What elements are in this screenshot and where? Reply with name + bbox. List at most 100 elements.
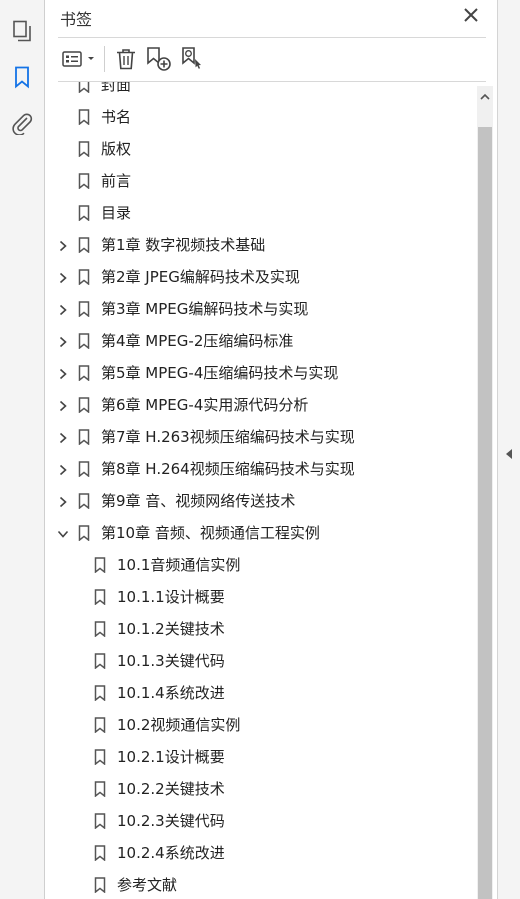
header-divider	[58, 37, 486, 38]
bookmark-label: 10.2.3关键代码	[117, 812, 225, 830]
bookmark-toolbar	[56, 42, 486, 78]
bookmark-item[interactable]: 版权	[45, 133, 477, 165]
new-bookmark-button[interactable]	[144, 44, 174, 74]
bookmark-label: 10.2.1设计概要	[117, 748, 225, 766]
bookmark-label: 前言	[101, 172, 132, 190]
panel-title: 书签	[60, 10, 93, 29]
chevron-right-icon[interactable]	[57, 302, 69, 316]
bookmark-icon	[78, 237, 90, 254]
new-bookmark-icon	[147, 47, 171, 71]
chevron-right-icon[interactable]	[57, 366, 69, 380]
bookmark-item[interactable]: 10.1音频通信实例	[45, 549, 477, 581]
collapse-left-arrow-icon[interactable]	[504, 446, 514, 460]
bookmark-icon[interactable]	[10, 65, 34, 89]
bookmark-item[interactable]: 第5章 MPEG-4压缩编码技术与实现	[45, 357, 477, 389]
bookmark-label: 10.1.2关键技术	[117, 620, 225, 638]
bookmark-label: 目录	[101, 204, 132, 222]
bookmark-label: 书名	[101, 108, 132, 126]
chevron-right-icon[interactable]	[57, 462, 69, 476]
options-menu-button[interactable]	[60, 44, 100, 74]
bookmark-icon	[94, 877, 106, 894]
bookmark-label: 第6章 MPEG-4实用源代码分析	[101, 396, 309, 414]
bookmark-item[interactable]: 第8章 H.264视频压缩编码技术与实现	[45, 453, 477, 485]
bookmark-icon	[94, 781, 106, 798]
bookmark-icon	[78, 461, 90, 478]
collapse-panel-strip[interactable]	[497, 0, 520, 899]
bookmark-item[interactable]: 第3章 MPEG编解码技术与实现	[45, 293, 477, 325]
pages-icon[interactable]	[10, 19, 34, 43]
trash-icon	[117, 49, 135, 70]
bookmark-icon	[94, 589, 106, 606]
bookmark-icon	[78, 429, 90, 446]
scrollbar-thumb[interactable]	[478, 127, 492, 899]
bookmark-from-selection-button[interactable]	[178, 44, 208, 74]
bookmark-item[interactable]: 第2章 JPEG编解码技术及实现	[45, 261, 477, 293]
bookmark-label: 第3章 MPEG编解码技术与实现	[101, 300, 309, 318]
close-icon[interactable]	[460, 4, 482, 26]
bookmark-label: 第7章 H.263视频压缩编码技术与实现	[101, 428, 355, 446]
bookmark-label: 第9章 音、视频网络传送技术	[101, 492, 296, 510]
bookmark-item[interactable]: 10.2.4系统改进	[45, 837, 477, 869]
bookmark-item[interactable]: 第9章 音、视频网络传送技术	[45, 485, 477, 517]
left-tool-strip	[0, 0, 45, 899]
bookmark-label: 10.2视频通信实例	[117, 716, 241, 734]
bookmark-item[interactable]: 第4章 MPEG-2压缩编码标准	[45, 325, 477, 357]
bookmark-label: 10.2.2关键技术	[117, 780, 225, 798]
bookmark-item[interactable]: 第7章 H.263视频压缩编码技术与实现	[45, 421, 477, 453]
list-options-icon	[62, 51, 94, 67]
bookmark-icon	[94, 557, 106, 574]
chevron-right-icon[interactable]	[57, 270, 69, 284]
bookmark-search-icon	[182, 47, 201, 69]
attachment-icon[interactable]	[10, 111, 34, 136]
bookmark-icon	[78, 109, 90, 126]
toolbar-divider	[104, 46, 105, 72]
bookmark-icon	[94, 717, 106, 734]
bookmark-item[interactable]: 书名	[45, 101, 477, 133]
bookmark-icon	[78, 141, 90, 158]
bookmark-item[interactable]: 第1章 数字视频技术基础	[45, 229, 477, 261]
bookmark-icon	[78, 365, 90, 382]
bookmark-item[interactable]: 10.1.4系统改进	[45, 677, 477, 709]
bookmark-icon	[78, 301, 90, 318]
bookmark-label: 第5章 MPEG-4压缩编码技术与实现	[101, 364, 339, 382]
bookmark-item[interactable]: 10.2.3关键代码	[45, 805, 477, 837]
bookmark-label: 第10章 音频、视频通信工程实例	[101, 524, 320, 542]
bookmark-label: 10.1.1设计概要	[117, 588, 225, 606]
bookmark-item[interactable]: 前言	[45, 165, 477, 197]
bookmark-item[interactable]: 第10章 音频、视频通信工程实例	[45, 517, 477, 549]
bookmark-label: 10.2.4系统改进	[117, 844, 225, 862]
bookmark-item[interactable]: 10.2.2关键技术	[45, 773, 477, 805]
bookmark-item[interactable]: 参考文献	[45, 869, 477, 899]
chevron-right-icon[interactable]	[57, 430, 69, 444]
chevron-right-icon[interactable]	[57, 334, 69, 348]
bookmark-icon	[78, 493, 90, 510]
bookmark-icon	[78, 397, 90, 414]
chevron-right-icon[interactable]	[57, 238, 69, 252]
bookmark-icon	[78, 269, 90, 286]
bookmark-label: 10.1.3关键代码	[117, 652, 225, 670]
bookmark-item[interactable]: 10.1.3关键代码	[45, 645, 477, 677]
bookmark-label: 封面	[101, 82, 132, 94]
bookmark-item[interactable]: 10.2.1设计概要	[45, 741, 477, 773]
chevron-right-icon[interactable]	[57, 494, 69, 508]
bookmark-item[interactable]: 10.1.1设计概要	[45, 581, 477, 613]
bookmark-label: 第8章 H.264视频压缩编码技术与实现	[101, 460, 355, 478]
scroll-up-arrow-icon[interactable]	[477, 88, 493, 106]
bookmark-label: 第1章 数字视频技术基础	[101, 236, 266, 254]
bookmark-item[interactable]: 第6章 MPEG-4实用源代码分析	[45, 389, 477, 421]
bookmark-item[interactable]: 封面	[45, 82, 477, 101]
bookmark-item[interactable]: 10.1.2关键技术	[45, 613, 477, 645]
bookmark-icon	[78, 205, 90, 222]
bookmark-tree: 封面书名版权前言目录第1章 数字视频技术基础第2章 JPEG编解码技术及实现 第3…	[45, 82, 477, 899]
bookmark-item[interactable]: 目录	[45, 197, 477, 229]
bookmark-icon	[78, 173, 90, 190]
bookmark-label: 第4章 MPEG-2压缩编码标准	[101, 332, 294, 350]
bookmark-icon	[94, 845, 106, 862]
bookmark-item[interactable]: 10.2视频通信实例	[45, 709, 477, 741]
delete-bookmark-button[interactable]	[112, 44, 140, 74]
chevron-down-icon[interactable]	[57, 526, 69, 540]
bookmark-icon	[94, 813, 106, 830]
bookmark-label: 版权	[101, 140, 132, 158]
bookmark-label: 第2章 JPEG编解码技术及实现	[101, 268, 300, 286]
chevron-right-icon[interactable]	[57, 398, 69, 412]
